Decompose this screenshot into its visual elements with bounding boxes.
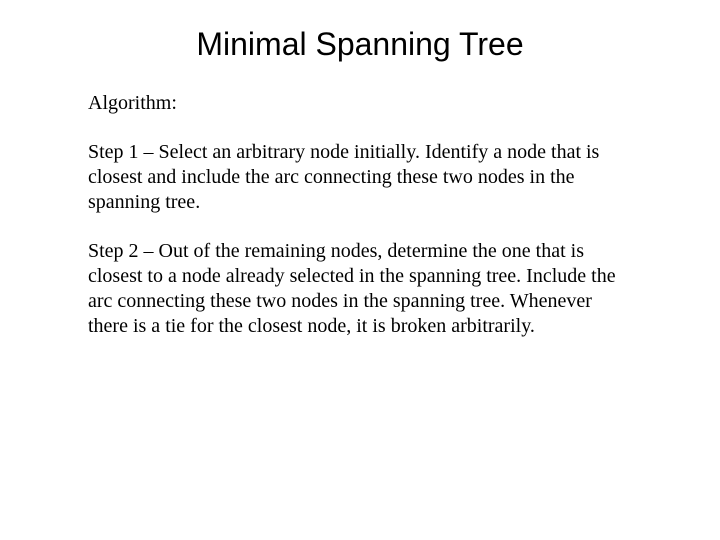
slide-title: Minimal Spanning Tree: [0, 0, 720, 91]
algorithm-label: Algorithm:: [88, 91, 632, 116]
slide-body: Algorithm: Step 1 – Select an arbitrary …: [0, 91, 720, 339]
slide: Minimal Spanning Tree Algorithm: Step 1 …: [0, 0, 720, 540]
step-2-text: Step 2 – Out of the remaining nodes, det…: [88, 239, 632, 339]
step-1-text: Step 1 – Select an arbitrary node initia…: [88, 140, 632, 215]
